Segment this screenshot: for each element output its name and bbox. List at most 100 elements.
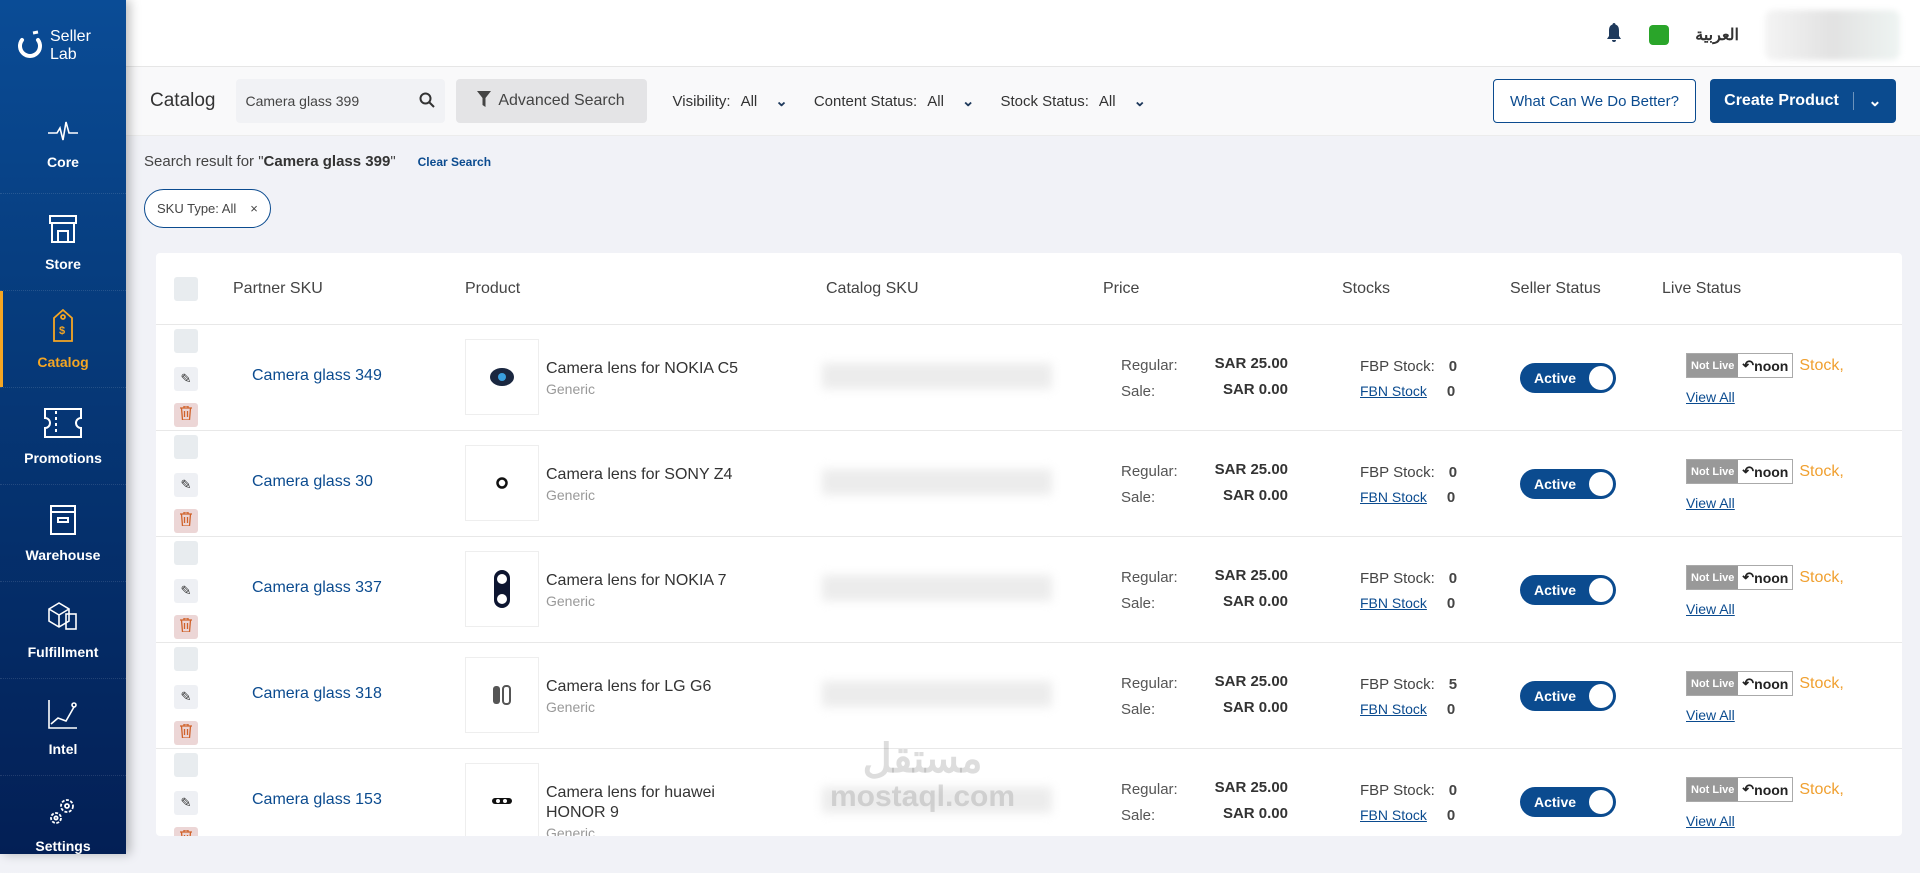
filter-value[interactable]: All	[741, 93, 758, 110]
chevron-down-icon[interactable]: ⌄	[1854, 91, 1896, 111]
sale-price: SAR 0.00	[1222, 381, 1288, 398]
pencil-icon: ✎	[180, 795, 192, 810]
fbn-stock-link[interactable]: FBN Stock	[1360, 383, 1427, 399]
seller-status-toggle[interactable]: Active	[1520, 681, 1616, 711]
row-checkbox[interactable]	[174, 647, 198, 671]
product-name[interactable]: Camera lens for NOKIA 7	[546, 572, 727, 589]
fbp-stock-label: FBP Stock:	[1360, 782, 1435, 799]
edit-button[interactable]: ✎	[174, 367, 198, 391]
result-prefix: Search result for "	[144, 153, 264, 170]
sidebar-item-settings[interactable]: Settings	[0, 776, 126, 873]
gears-icon	[47, 795, 79, 830]
partner-sku-link[interactable]: Camera glass 153	[252, 791, 382, 809]
edit-button[interactable]: ✎	[174, 791, 198, 815]
seller-status-toggle[interactable]: Active	[1520, 787, 1616, 817]
product-thumbnail[interactable]	[465, 763, 539, 836]
sidebar-nav: Core Store $ Catalog Promotions Warehouse Fulf…	[0, 97, 126, 873]
clear-search-link[interactable]: Clear Search	[418, 155, 491, 169]
regular-price: SAR 25.00	[1214, 673, 1288, 690]
product-thumbnail[interactable]	[465, 551, 539, 627]
view-all-link[interactable]: View All	[1686, 707, 1735, 723]
sidebar-item-fulfillment[interactable]: Fulfillment	[0, 582, 126, 679]
chevron-down-icon[interactable]: ⌄	[962, 92, 975, 110]
filter-value[interactable]: All	[1099, 93, 1116, 110]
row-checkbox[interactable]	[174, 329, 198, 353]
product-name[interactable]: Camera lens for huawei HONOR 9	[546, 784, 715, 821]
sidebar-item-warehouse[interactable]: Warehouse	[0, 485, 126, 582]
delete-button[interactable]	[174, 721, 198, 745]
product-thumbnail[interactable]	[465, 657, 539, 733]
view-all-link[interactable]: View All	[1686, 601, 1735, 617]
delete-button[interactable]	[174, 509, 198, 533]
table-header: Partner SKU Product Catalog SKU Price Stocks…	[156, 253, 1902, 325]
trash-icon	[180, 404, 192, 425]
table-row: ✎ Camera glass 337 Camera lens for NOKIA…	[156, 537, 1902, 643]
row-checkbox[interactable]	[174, 541, 198, 565]
toggle-label: Active	[1534, 688, 1577, 704]
edit-button[interactable]: ✎	[174, 473, 198, 497]
fbn-stock-link[interactable]: FBN Stock	[1360, 807, 1427, 823]
sidebar-item-core[interactable]: Core	[0, 97, 126, 194]
partner-sku-link[interactable]: Camera glass 30	[252, 473, 373, 491]
create-product-button[interactable]: Create Product ⌄	[1710, 79, 1896, 123]
seller-status-toggle[interactable]: Active	[1520, 575, 1616, 605]
view-all-link[interactable]: View All	[1686, 813, 1735, 829]
fbn-stock-link[interactable]: FBN Stock	[1360, 701, 1427, 717]
fbn-stock-link[interactable]: FBN Stock	[1360, 595, 1427, 611]
chevron-down-icon[interactable]: ⌄	[775, 92, 788, 110]
partner-sku-link[interactable]: Camera glass 349	[252, 367, 382, 385]
feedback-button[interactable]: What Can We Do Better?	[1493, 79, 1696, 123]
sku-type-filter-chip[interactable]: SKU Type: All ×	[144, 189, 271, 228]
filter-dropdown[interactable]: Stock Status: All ⌄	[1000, 92, 1147, 111]
noon-logo-icon	[18, 30, 42, 58]
view-all-link[interactable]: View All	[1686, 495, 1735, 511]
seller-status-toggle[interactable]: Active	[1520, 363, 1616, 393]
filter-dropdown[interactable]: Content Status: All ⌄	[814, 92, 975, 111]
fbn-stock-link[interactable]: FBN Stock	[1360, 489, 1427, 505]
product-name[interactable]: Camera lens for SONY Z4	[546, 466, 732, 483]
product-thumbnail[interactable]	[465, 339, 539, 415]
sidebar-item-store[interactable]: Store	[0, 194, 126, 291]
select-all-checkbox[interactable]	[174, 277, 198, 301]
sale-price-label: Sale:	[1121, 595, 1156, 612]
filter-dropdown[interactable]: Visibility: All ⌄	[673, 92, 788, 111]
sidebar-item-intel[interactable]: Intel	[0, 679, 126, 776]
view-all-link[interactable]: View All	[1686, 389, 1735, 405]
search-input[interactable]: Camera glass 399	[235, 79, 445, 123]
search-value[interactable]: Camera glass 399	[246, 93, 360, 109]
product-name[interactable]: Camera lens for NOKIA C5	[546, 360, 738, 377]
chevron-down-icon[interactable]: ⌄	[1134, 92, 1147, 110]
edit-button[interactable]: ✎	[174, 579, 198, 603]
search-result-text: Search result for "Camera glass 399" Cle…	[144, 153, 491, 170]
row-checkbox[interactable]	[174, 753, 198, 777]
trash-icon	[180, 510, 192, 531]
row-checkbox[interactable]	[174, 435, 198, 459]
seller-status-toggle[interactable]: Active	[1520, 469, 1616, 499]
sidebar-item-catalog[interactable]: $ Catalog	[0, 291, 126, 388]
product-brand: Generic	[546, 487, 596, 503]
store-icon	[47, 213, 79, 248]
column-header: Catalog SKU	[826, 280, 919, 297]
sidebar-item-promotions[interactable]: Promotions	[0, 388, 126, 485]
bell-icon[interactable]	[1605, 22, 1623, 49]
delete-button[interactable]	[174, 403, 198, 427]
close-icon[interactable]: ×	[250, 201, 258, 216]
partner-sku-link[interactable]: Camera glass 318	[252, 685, 382, 703]
delete-button[interactable]	[174, 827, 198, 836]
fbn-stock-value: 0	[1446, 489, 1456, 506]
result-query: Camera glass 399	[263, 153, 391, 170]
edit-button[interactable]: ✎	[174, 685, 198, 709]
partner-sku-link[interactable]: Camera glass 337	[252, 579, 382, 597]
saudi-flag-icon[interactable]	[1649, 25, 1670, 45]
delete-button[interactable]	[174, 615, 198, 639]
filter-value[interactable]: All	[927, 93, 944, 110]
product-thumbnail[interactable]	[465, 445, 539, 521]
search-icon[interactable]	[419, 92, 435, 111]
seller-lab-logo[interactable]: Seller Lab	[16, 28, 91, 64]
advanced-search-button[interactable]: Advanced Search	[455, 79, 647, 123]
trash-icon	[180, 828, 192, 836]
language-switch[interactable]: العربية	[1695, 25, 1739, 45]
product-name[interactable]: Camera lens for LG G6	[546, 678, 711, 695]
user-profile-blurred[interactable]	[1765, 10, 1900, 60]
create-product-label[interactable]: Create Product	[1710, 92, 1854, 110]
